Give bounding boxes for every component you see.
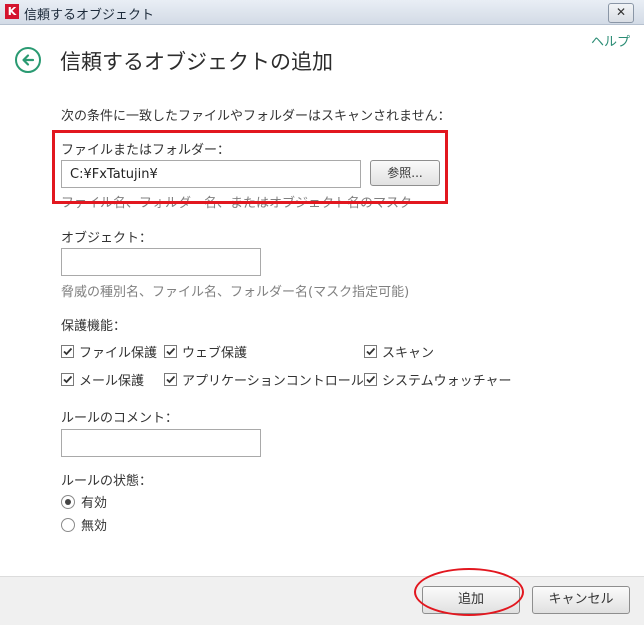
checkbox-label: システムウォッチャー xyxy=(382,374,512,389)
kaspersky-logo-icon: K xyxy=(5,4,19,19)
radio-disabled[interactable]: 無効 xyxy=(61,515,107,534)
radio-circle[interactable] xyxy=(61,494,75,509)
close-button[interactable]: ✕ xyxy=(608,3,634,23)
status-label: ルールの状態： xyxy=(61,474,153,489)
checkbox-label: スキャン xyxy=(382,346,435,361)
checkbox-application-control[interactable]: アプリケーションコントロール xyxy=(164,370,364,389)
checkbox-box[interactable] xyxy=(61,345,74,358)
dialog-window: K 信頼するオブジェクト ✕ ヘルプ 信頼するオブジェクトの追加 次の条件に一致… xyxy=(0,0,644,625)
checkbox-scan[interactable]: スキャン xyxy=(364,342,434,361)
object-input[interactable] xyxy=(61,248,261,276)
checkbox-web-protection[interactable]: ウェブ保護 xyxy=(164,342,247,361)
protection-label: 保護機能： xyxy=(61,319,127,334)
checkbox-system-watcher[interactable]: システムウォッチャー xyxy=(364,370,511,389)
checkbox-label: メール保護 xyxy=(79,374,145,389)
title-bar: K 信頼するオブジェクト ✕ xyxy=(0,0,644,25)
help-link[interactable]: ヘルプ xyxy=(591,31,630,50)
radio-enabled[interactable]: 有効 xyxy=(61,492,107,511)
checkbox-label: ウェブ保護 xyxy=(182,346,248,361)
add-button[interactable]: 追加 xyxy=(422,586,520,614)
checkbox-box[interactable] xyxy=(364,373,377,386)
checkbox-box[interactable] xyxy=(164,345,177,358)
comment-label: ルールのコメント： xyxy=(61,411,179,426)
object-hint: 脅威の種別名、ファイル名、フォルダー名(マスク指定可能) xyxy=(61,285,410,300)
checkbox-mail-protection[interactable]: メール保護 xyxy=(61,370,144,389)
file-folder-input[interactable] xyxy=(61,160,361,188)
radio-circle[interactable] xyxy=(61,517,75,532)
checkbox-file-protection[interactable]: ファイル保護 xyxy=(61,342,157,361)
checkbox-box[interactable] xyxy=(364,345,377,358)
browse-button[interactable]: 参照... xyxy=(370,160,440,186)
radio-label: 有効 xyxy=(81,496,108,511)
checkbox-label: ファイル保護 xyxy=(79,346,158,361)
back-arrow-icon[interactable] xyxy=(15,47,41,73)
checkbox-box[interactable] xyxy=(61,373,74,386)
page-title: 信頼するオブジェクトの追加 xyxy=(60,50,333,74)
comment-input[interactable] xyxy=(61,429,261,457)
checkbox-label: アプリケーションコントロール xyxy=(182,374,364,389)
window-title: 信頼するオブジェクト xyxy=(24,8,155,23)
cancel-button[interactable]: キャンセル xyxy=(532,586,630,614)
object-label: オブジェクト： xyxy=(61,231,153,246)
radio-label: 無効 xyxy=(81,519,108,534)
file-folder-hint: ファイル名、フォルダー名、またはオブジェクト名のマスク xyxy=(61,196,413,211)
intro-text: 次の条件に一致したファイルやフォルダーはスキャンされません： xyxy=(61,109,451,124)
file-folder-label: ファイルまたはフォルダー： xyxy=(61,143,231,158)
radio-selected-dot xyxy=(65,498,71,505)
checkbox-box[interactable] xyxy=(164,373,177,386)
